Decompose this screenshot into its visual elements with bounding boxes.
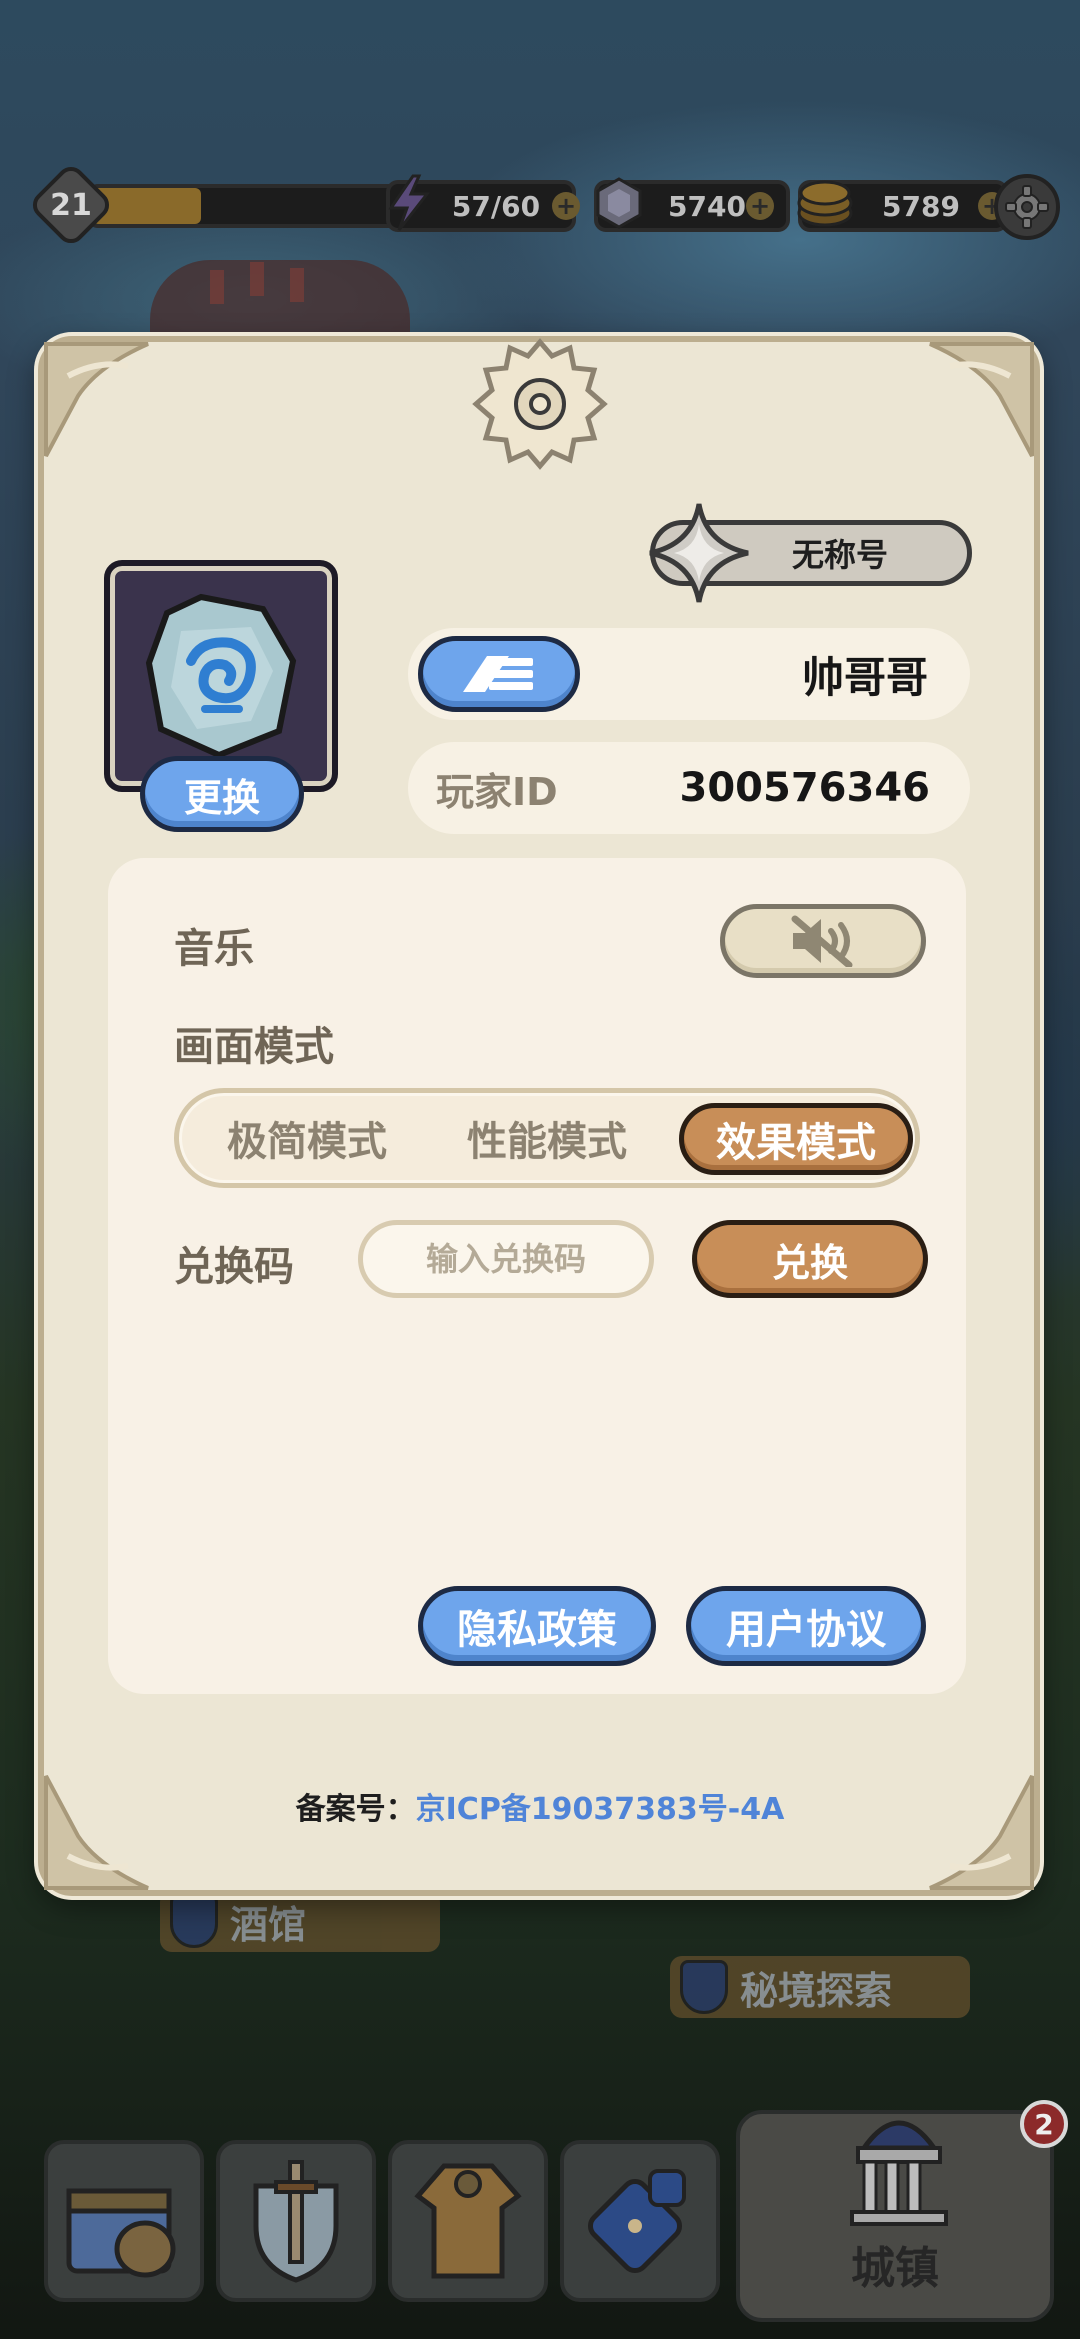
- redeem-code-input[interactable]: [358, 1220, 654, 1298]
- gear-icon: [1005, 185, 1049, 229]
- gear-icon: [472, 338, 608, 470]
- edit-name-icon: [463, 656, 533, 692]
- mode-option-effects[interactable]: 效果模式: [679, 1103, 913, 1175]
- settings-gear-button[interactable]: [994, 174, 1060, 240]
- nickname: 帅哥哥: [801, 652, 928, 702]
- nav-armor[interactable]: [388, 2140, 548, 2302]
- gold-value: 5789: [882, 189, 960, 223]
- title-badge-label: 无称号: [791, 536, 888, 574]
- xp-bar: [88, 184, 398, 228]
- icp-label: 备案号：: [295, 1792, 416, 1827]
- change-avatar-button[interactable]: 更换: [140, 756, 304, 832]
- player-id-row: 玩家ID 300576346: [408, 742, 970, 834]
- player-id-value[interactable]: 300576346: [680, 742, 931, 834]
- background-flag: [290, 268, 304, 302]
- gem-value: 5740: [668, 189, 746, 223]
- notification-badge: 2: [1020, 2100, 1068, 2148]
- nickname-row: 帅哥哥: [408, 628, 970, 720]
- gem-plus-button[interactable]: +: [746, 192, 774, 220]
- music-label: 音乐: [174, 926, 254, 972]
- mode-option-performance[interactable]: 性能模式: [447, 1093, 647, 1183]
- shield-icon: [170, 1894, 218, 1948]
- top-hud: 21 57/60 + 5740 + 5789 +: [27, 161, 1060, 249]
- panel-gear-emblem: [466, 330, 614, 478]
- gold-coins-icon: [792, 174, 858, 232]
- town-hall-icon: [850, 2120, 948, 2226]
- dice-icon: [587, 2169, 686, 2274]
- icp-number-link[interactable]: 京ICP备19037383号-4A: [416, 1792, 785, 1827]
- user-agreement-button[interactable]: 用户协议: [686, 1586, 926, 1666]
- display-mode-label: 画面模式: [174, 1024, 334, 1070]
- display-mode-selector: 极简模式 性能模式 效果模式: [174, 1088, 920, 1188]
- secret-explore-label: 秘境探索: [740, 1968, 893, 2013]
- tavern-banner[interactable]: 酒馆: [160, 1890, 440, 1952]
- star-icon: [649, 503, 749, 603]
- player-id-label: 玩家ID: [436, 769, 558, 814]
- gem-icon: [590, 174, 648, 232]
- sword-shield-icon: [253, 2160, 339, 2283]
- redeem-button[interactable]: 兑换: [692, 1220, 928, 1298]
- nav-town-label: 城镇: [851, 2243, 939, 2294]
- background-flag: [210, 270, 224, 304]
- privacy-policy-button[interactable]: 隐私政策: [418, 1586, 656, 1666]
- nav-dice[interactable]: [560, 2140, 720, 2302]
- nav-storage[interactable]: [44, 2140, 204, 2302]
- secret-explore-banner[interactable]: 秘境探索: [670, 1956, 970, 2018]
- level-number: 21: [50, 187, 92, 223]
- nav-equipment[interactable]: [216, 2140, 376, 2302]
- rune-stone-icon: [145, 593, 297, 759]
- treasure-chest-icon: [66, 2188, 176, 2278]
- lightning-icon: [380, 174, 438, 232]
- background-flag: [250, 262, 264, 296]
- panel-corner-ornament: [44, 342, 149, 457]
- shield-icon: [680, 1960, 728, 2014]
- armor-icon: [414, 2163, 522, 2279]
- panel-corner-ornament: [929, 342, 1034, 457]
- music-toggle[interactable]: [720, 904, 926, 978]
- speaker-muted-icon: [791, 915, 853, 967]
- mode-option-minimal[interactable]: 极简模式: [207, 1093, 407, 1183]
- energy-value: 57/60: [451, 189, 541, 223]
- redeem-code-label: 兑换码: [174, 1244, 294, 1290]
- energy-plus-button[interactable]: +: [552, 192, 580, 220]
- tavern-label: 酒馆: [230, 1902, 307, 1947]
- icp-record: 备案号：京ICP备19037383号-4A: [0, 1784, 1080, 1828]
- rename-button[interactable]: [418, 636, 580, 712]
